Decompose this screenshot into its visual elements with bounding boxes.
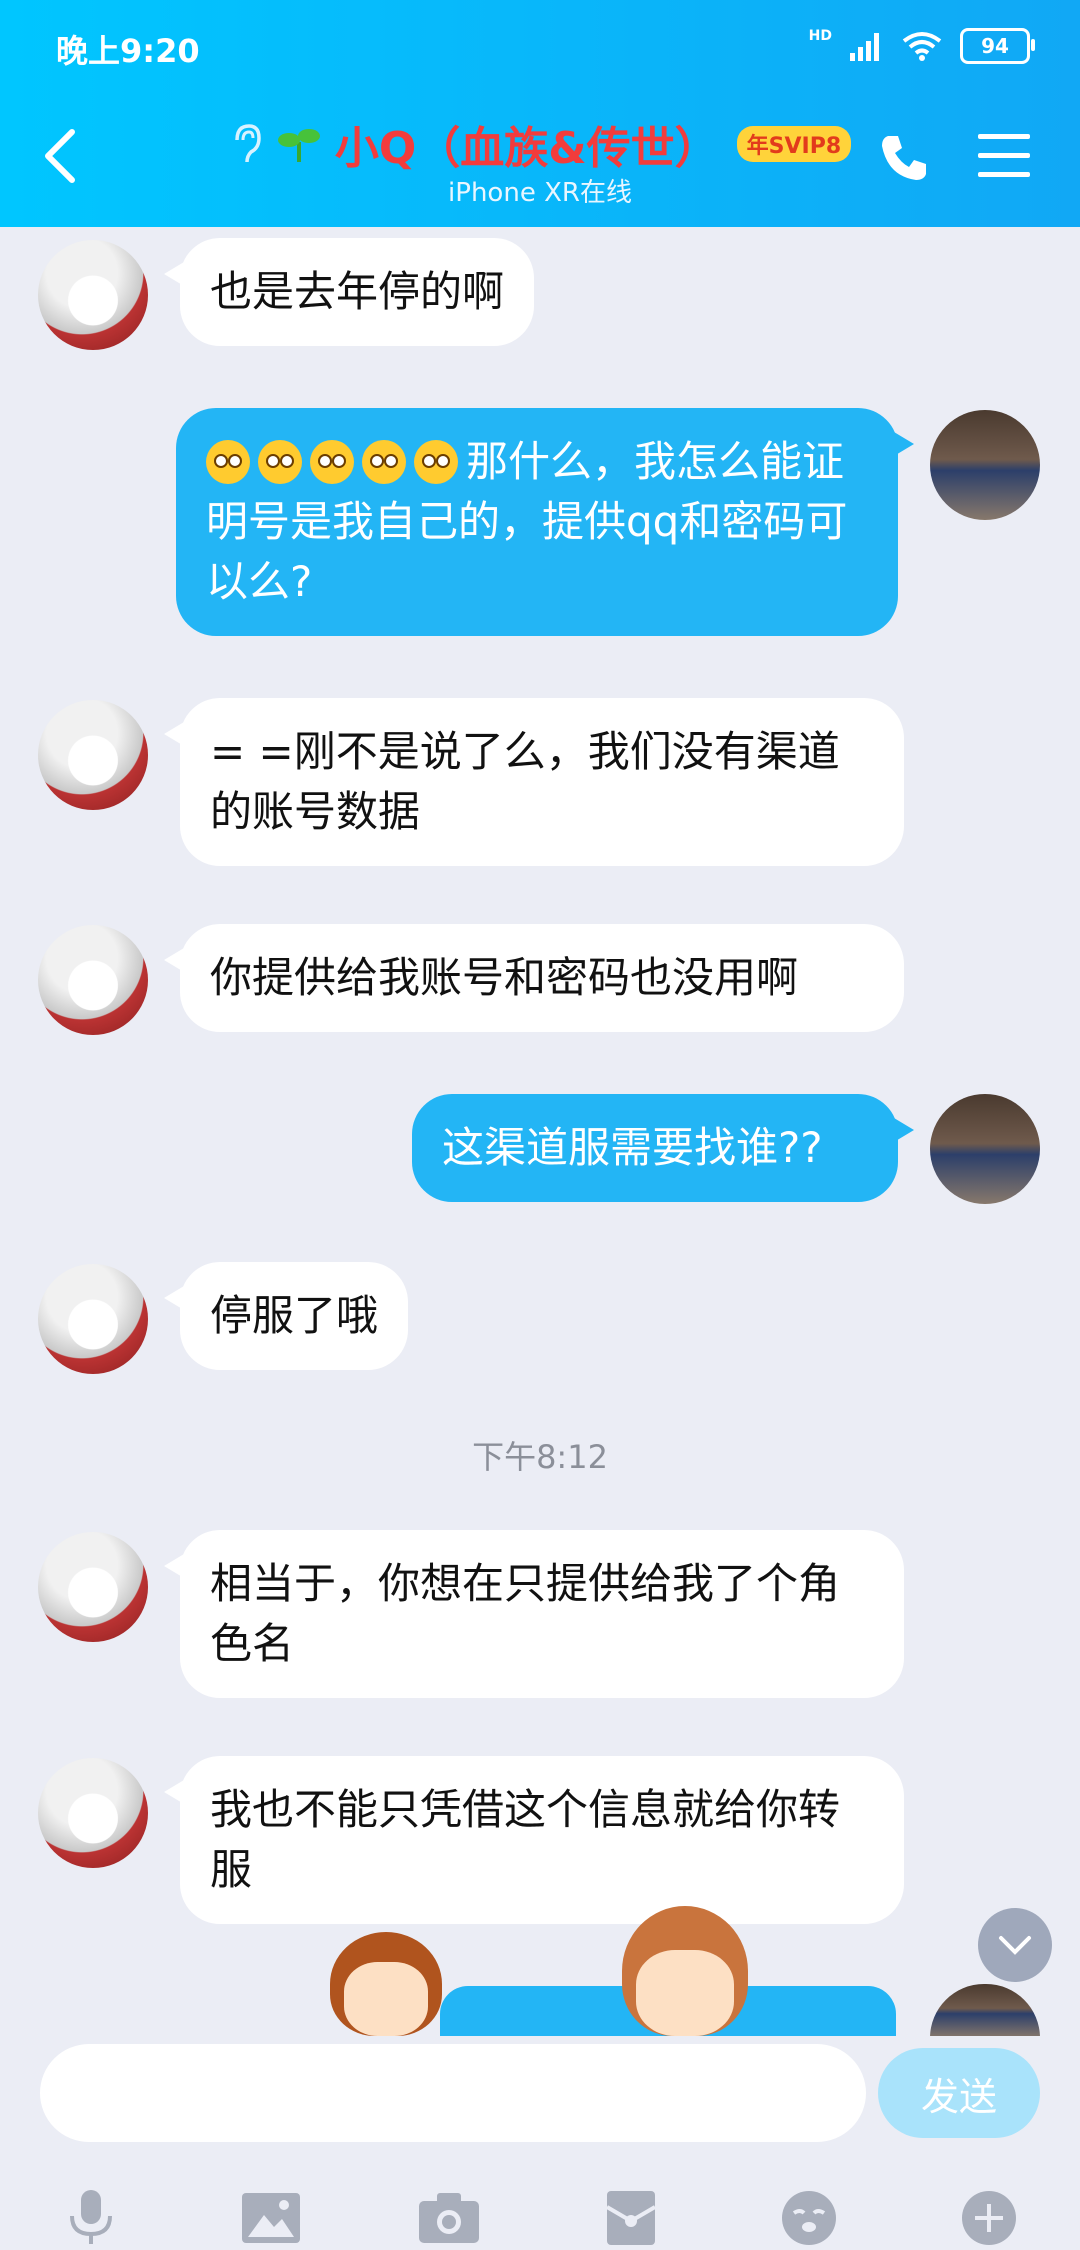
message-text: = =刚不是说了么，我们没有渠道的账号数据: [210, 727, 840, 836]
message-bubble-incoming[interactable]: 也是去年停的啊: [163, 238, 535, 346]
wifi-icon: [902, 32, 942, 61]
message-bubble-incoming[interactable]: 相当于，你想在只提供给我了个角色名: [164, 1530, 904, 1698]
contact-avatar[interactable]: [38, 240, 148, 350]
emoji-icon: [258, 440, 302, 484]
input-area: 发送: [0, 2036, 1080, 2248]
status-icons: HD 94: [808, 28, 1035, 64]
message-bubble-incoming[interactable]: 我也不能只凭借这个信息就给你转服: [164, 1756, 904, 1924]
scroll-to-bottom-button[interactable]: [978, 1908, 1052, 1982]
message-bubble-incoming[interactable]: 你提供给我账号和密码也没用啊: [164, 924, 904, 1032]
photo-button[interactable]: [236, 2186, 306, 2250]
my-avatar[interactable]: [930, 1984, 1040, 2038]
red-packet-button[interactable]: [596, 2186, 666, 2250]
battery-level: 94: [981, 34, 1009, 58]
sprout-icon: [277, 129, 320, 162]
send-button[interactable]: 发送: [878, 2048, 1040, 2138]
emoji-icon: [206, 440, 250, 484]
message-text: 我也不能只凭借这个信息就给你转服: [210, 1785, 841, 1894]
emoji-icon: [362, 440, 406, 484]
voice-button[interactable]: [56, 2186, 126, 2250]
battery-icon: 94: [960, 28, 1035, 64]
ear-icon[interactable]: [229, 122, 263, 166]
contact-avatar[interactable]: [38, 1532, 148, 1642]
contact-name[interactable]: 小Q（血族&传世）: [335, 112, 719, 176]
mic-icon: [70, 2190, 112, 2244]
contact-avatar[interactable]: [38, 1758, 148, 1868]
status-time: 晚上9:20: [56, 32, 200, 70]
message-text: 相当于，你想在只提供给我了个角色名: [210, 1559, 841, 1668]
chevron-down-icon: [999, 1936, 1031, 1955]
message-bubble-outgoing[interactable]: 这渠道服需要找谁??: [412, 1094, 914, 1202]
message-timestamp: 下午8:12: [472, 1438, 608, 1476]
svip-badge: 年SVIP8: [736, 126, 852, 162]
red-packet-icon: [605, 2191, 657, 2245]
network-label: HD: [808, 28, 832, 44]
message-bubble-incoming[interactable]: = =刚不是说了么，我们没有渠道的账号数据: [164, 698, 904, 866]
message-input[interactable]: [40, 2044, 866, 2142]
phone-call-button[interactable]: [876, 130, 932, 186]
emoji-icon: [782, 2191, 836, 2245]
message-text: 那什么，我怎么能证明号是我自己的，提供qq和密码可以么?: [206, 437, 848, 606]
message-text: 也是去年停的啊: [210, 267, 505, 316]
message-text: 你提供给我账号和密码也没用啊: [210, 953, 799, 1002]
camera-icon: [419, 2193, 479, 2243]
cartoon-boy-sticker: [622, 1906, 748, 2036]
emoji-icon: [414, 440, 458, 484]
contact-avatar[interactable]: [38, 1264, 148, 1374]
chat-header: 晚上9:20 HD 94 小Q（血族&传世） 年SVIP8 iPhone XR在…: [0, 0, 1080, 227]
emoji-icon: [310, 440, 354, 484]
my-avatar[interactable]: [930, 410, 1040, 520]
image-icon: [242, 2193, 300, 2243]
more-button[interactable]: [954, 2186, 1024, 2250]
camera-button[interactable]: [414, 2186, 484, 2250]
message-text: 这渠道服需要找谁??: [442, 1123, 823, 1172]
contact-avatar[interactable]: [38, 925, 148, 1035]
contact-avatar[interactable]: [38, 700, 148, 810]
input-toolbar: [0, 2186, 1080, 2250]
signal-icon: [850, 33, 879, 61]
message-text: 停服了哦: [210, 1291, 379, 1340]
message-bubble-incoming[interactable]: 停服了哦: [163, 1262, 409, 1370]
menu-button[interactable]: [978, 134, 1030, 178]
cartoon-girl-sticker: [330, 1932, 442, 2036]
message-bubble-outgoing[interactable]: 那什么，我怎么能证明号是我自己的，提供qq和密码可以么?: [176, 408, 914, 636]
emoji-button[interactable]: [774, 2186, 844, 2250]
plus-icon: [962, 2191, 1016, 2245]
my-avatar[interactable]: [930, 1094, 1040, 1204]
